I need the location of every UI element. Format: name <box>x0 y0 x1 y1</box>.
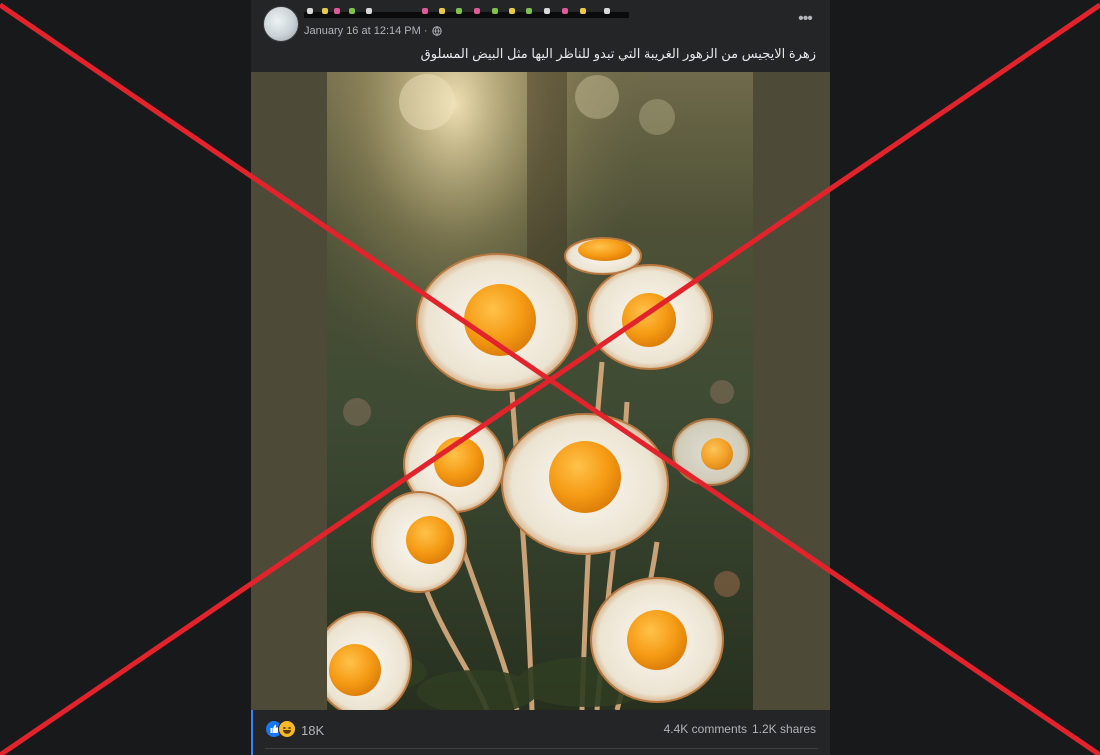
redacted-emoji <box>509 8 515 14</box>
redacted-emoji <box>439 8 445 14</box>
redacted-emoji <box>322 8 328 14</box>
redacted-emoji <box>562 8 568 14</box>
haha-icon <box>278 720 296 738</box>
facebook-post: January 16 at 12:14 PM · ••• زهرة الايجي… <box>251 0 830 755</box>
redacted-emoji <box>580 8 586 14</box>
redacted-emoji <box>604 8 610 14</box>
redacted-emoji <box>366 8 372 14</box>
engagement-bar: 18K 4.4K comments 1.2K shares <box>251 710 830 755</box>
comments-count[interactable]: 4.4K comments <box>664 722 747 736</box>
post-header: January 16 at 12:14 PM · ••• زهرة الايجي… <box>251 0 830 72</box>
divider <box>265 748 818 749</box>
globe-icon <box>431 26 442 36</box>
redacted-emoji <box>474 8 480 14</box>
redacted-emoji <box>456 8 462 14</box>
redacted-emoji <box>544 8 550 14</box>
page-name-redacted[interactable] <box>304 8 629 20</box>
post-text: زهرة الايجيس من الزهور الغريبة التي تبدو… <box>420 46 816 61</box>
reaction-icons[interactable] <box>265 720 297 738</box>
fried-egg-flowers-photo[interactable] <box>327 72 753 710</box>
redacted-emoji <box>307 8 313 14</box>
more-horizontal-icon[interactable]: ••• <box>794 11 816 29</box>
redacted-emoji <box>334 8 340 14</box>
redacted-emoji <box>349 8 355 14</box>
post-meta: January 16 at 12:14 PM · <box>304 25 442 37</box>
reaction-count[interactable]: 18K <box>301 723 324 738</box>
post-media[interactable] <box>251 72 830 710</box>
redacted-emoji <box>422 8 428 14</box>
redacted-emoji <box>526 8 532 14</box>
redacted-emoji <box>492 8 498 14</box>
post-timestamp[interactable]: January 16 at 12:14 PM · <box>304 25 428 37</box>
page-avatar[interactable] <box>263 6 299 42</box>
shares-count[interactable]: 1.2K shares <box>752 722 816 736</box>
